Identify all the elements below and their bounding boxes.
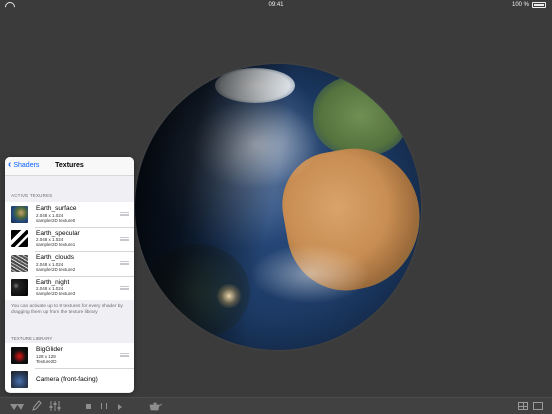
texture-name: Camera (front-facing) [36,376,98,384]
sliders-icon[interactable] [49,401,61,411]
reorder-handle-icon[interactable] [120,285,129,290]
battery-percent: 100 % [511,2,529,8]
play-icon[interactable] [118,404,122,410]
reorder-handle-icon[interactable] [120,261,129,265]
texture-limit-note: You can activate up to 8 textures for ev… [11,304,123,315]
single-layout-icon[interactable] [533,402,543,410]
textures-popover: ‹ Shaders Textures ACTIVE TEXURES Earth_… [5,157,134,393]
battery-icon [532,2,546,8]
texture-binding: sampler2D texture0 [36,217,76,223]
active-textures-list: Earth_surface 2.048 x 1.024 sampler2D te… [5,202,134,300]
texture-row[interactable]: Camera (front-facing) [5,367,134,393]
texture-name: Earth_clouds [36,254,74,262]
texture-thumbnail [11,254,28,272]
texture-row[interactable]: BigGlider 128 x 128 Texture2D [5,343,134,368]
texture-binding: sampler2D texture3 [36,291,76,297]
texture-binding: sampler2D texture1 [36,242,76,248]
status-bar: 09:41 100 % [0,0,552,10]
texture-thumbnail [11,230,28,248]
pencil-icon[interactable] [32,400,42,411]
texture-thumbnail [11,346,28,364]
texture-thumbnail [11,371,28,389]
popover-title: Textures [55,162,84,169]
reorder-handle-icon[interactable] [120,353,129,357]
texture-binding: Texture2D [36,358,57,364]
texture-name: Earth_night [36,278,70,286]
texture-name: Earth_specular [36,229,80,237]
texture-thumbnail [11,279,28,297]
reorder-handle-icon[interactable] [120,236,129,241]
texture-binding: sampler2D texture2 [36,266,76,272]
teapot-icon[interactable] [147,401,163,411]
pause-icon[interactable] [101,403,107,409]
texture-row[interactable]: Earth_clouds 2.048 x 1.024 sampler2D tex… [5,251,134,276]
reorder-handle-icon[interactable] [120,212,129,216]
bottom-toolbar [0,397,552,414]
active-textures-header: ACTIVE TEXURES [11,193,53,198]
battery-indicator: 100 % [512,2,546,8]
texture-row[interactable]: Earth_surface 2.048 x 1.024 sampler2D te… [5,202,134,227]
texture-library-list: BigGlider 128 x 128 Texture2D Camera (fr… [5,343,134,392]
texture-row[interactable]: Earth_night 2.048 x 1.024 sampler2D text… [5,275,134,301]
texture-thumbnail [11,205,28,223]
texture-name: BigGlider [36,346,63,354]
earth-globe-render[interactable] [135,64,421,350]
texture-library-header: TEXTURE LIBRARY [11,336,53,341]
stop-icon[interactable] [86,404,91,409]
globe-city-lights [215,284,243,308]
popover-nav-bar: ‹ Shaders Textures [5,157,134,176]
grid-layout-icon[interactable] [518,402,528,410]
globe-night-side [135,64,421,350]
texture-name: Earth_surface [36,205,77,213]
shapes-icon[interactable] [9,401,25,411]
status-time: 09:41 [268,2,284,8]
texture-row[interactable]: Earth_specular 2.048 x 1.024 sampler2D t… [5,226,134,252]
